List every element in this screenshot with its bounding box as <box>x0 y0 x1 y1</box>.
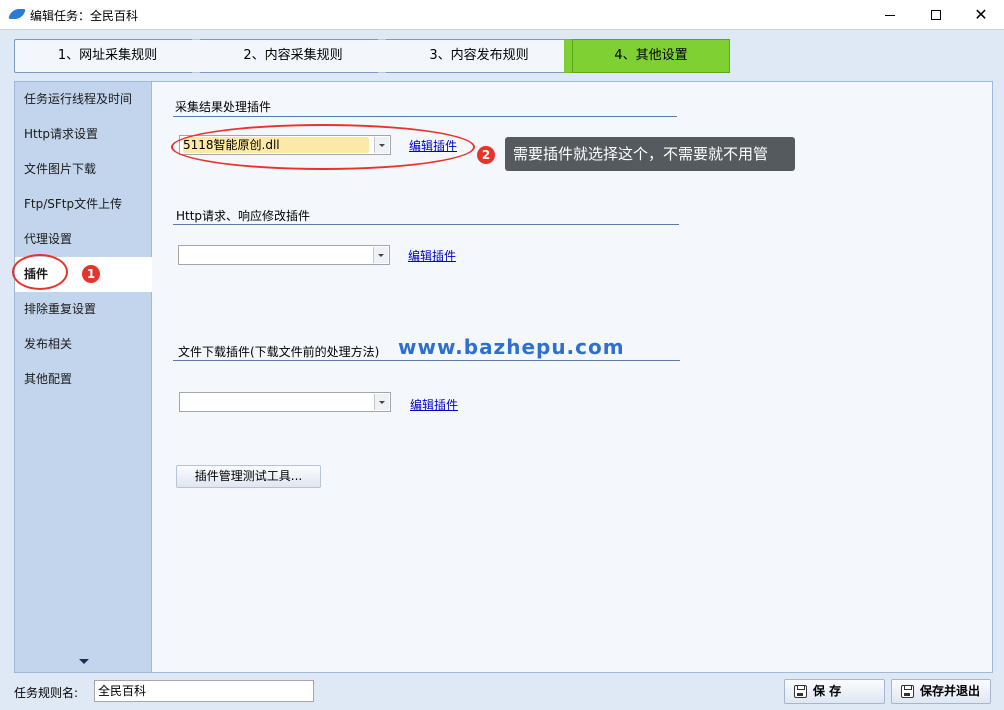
annotation-badge-2: 2 <box>477 146 495 164</box>
edit-http-plugin-link[interactable]: 编辑插件 <box>408 247 456 264</box>
app-logo-icon <box>8 9 26 19</box>
annotation-ellipse <box>171 124 475 170</box>
chevron-down-icon[interactable] <box>373 247 388 263</box>
edit-download-plugin-link[interactable]: 编辑插件 <box>410 396 458 413</box>
section-title-http-plugin: Http请求、响应修改插件 <box>176 209 311 223</box>
close-button[interactable]: ✕ <box>958 0 1004 30</box>
annotation-badge-1: 1 <box>82 265 100 283</box>
section-divider <box>173 116 677 117</box>
bottom-bar: 任务规则名: 全民百科 保 存 保存并退出 <box>0 673 1004 710</box>
annotation-callout: 需要插件就选择这个，不需要就不用管 <box>505 137 795 171</box>
sidebar-item-http[interactable]: Http请求设置 <box>15 117 153 152</box>
section-title-result-plugin: 采集结果处理插件 <box>175 100 272 114</box>
chevron-down-icon[interactable] <box>374 394 389 410</box>
sidebar-item-proxy[interactable]: 代理设置 <box>15 222 153 257</box>
step-content-rules[interactable]: 2、内容采集规则 <box>200 39 386 73</box>
step-publish-rules[interactable]: 3、内容发布规则 <box>386 39 572 73</box>
save-exit-button-label: 保存并退出 <box>920 684 981 698</box>
http-plugin-select[interactable] <box>178 245 390 265</box>
section-title-download-plugin: 文件下载插件(下载文件前的处理方法) <box>178 345 380 359</box>
minimize-button[interactable] <box>867 0 913 30</box>
step-wizard: 1、网址采集规则 2、内容采集规则 3、内容发布规则 4、其他设置 <box>0 30 1004 78</box>
rule-name-label: 任务规则名: <box>14 686 79 700</box>
step-other-settings[interactable]: 4、其他设置 <box>572 39 730 73</box>
minimize-icon <box>885 14 895 16</box>
maximize-icon <box>931 10 941 20</box>
save-icon <box>901 685 914 698</box>
section-divider <box>173 224 679 225</box>
rule-name-input[interactable]: 全民百科 <box>94 680 314 702</box>
section-divider <box>173 360 680 361</box>
sidebar-item-dedupe[interactable]: 排除重复设置 <box>15 292 153 327</box>
annotation-circle <box>12 254 68 290</box>
sidebar-item-other[interactable]: 其他配置 <box>15 362 153 397</box>
close-icon: ✕ <box>974 5 988 24</box>
sidebar-item-download[interactable]: 文件图片下载 <box>15 152 153 187</box>
plugin-test-tool-button[interactable]: 插件管理测试工具... <box>176 465 321 488</box>
download-plugin-select[interactable] <box>179 392 391 412</box>
step-url-rules[interactable]: 1、网址采集规则 <box>14 39 200 73</box>
save-icon <box>794 685 807 698</box>
watermark-text: www.bazhepu.com <box>398 335 625 359</box>
sidebar-item-ftp[interactable]: Ftp/SFtp文件上传 <box>15 187 153 222</box>
title-bar: 编辑任务：全民百科 ✕ <box>0 0 1004 30</box>
save-button-label: 保 存 <box>813 684 842 698</box>
sidebar-item-publish[interactable]: 发布相关 <box>15 327 153 362</box>
window-title: 编辑任务：全民百科 <box>30 9 139 23</box>
maximize-button[interactable] <box>913 0 959 30</box>
save-and-exit-button[interactable]: 保存并退出 <box>891 679 991 704</box>
save-button[interactable]: 保 存 <box>784 679 885 704</box>
scroll-down-icon[interactable] <box>79 659 89 664</box>
settings-sidebar: 任务运行线程及时间 Http请求设置 文件图片下载 Ftp/SFtp文件上传 代… <box>14 81 154 673</box>
sidebar-item-threads[interactable]: 任务运行线程及时间 <box>15 82 153 117</box>
